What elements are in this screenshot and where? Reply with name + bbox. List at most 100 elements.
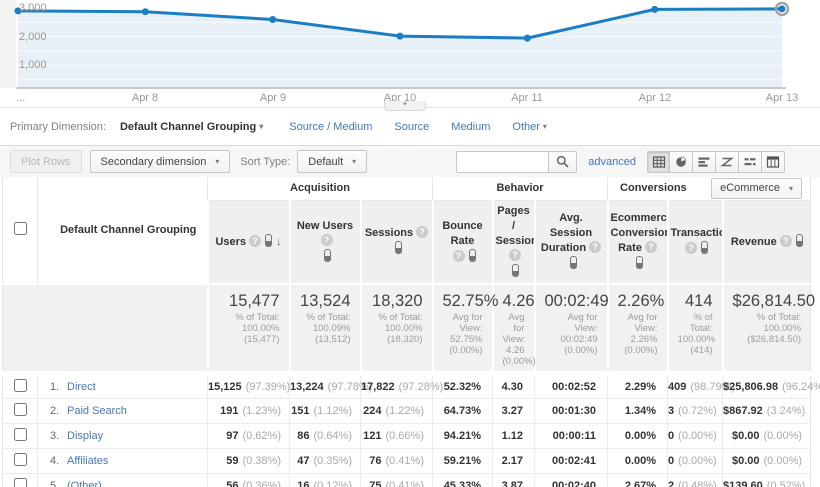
y-axis-tick: 3,000	[19, 2, 47, 14]
table-toolbar: Plot Rows Secondary dimension ▾ Sort Type…	[0, 145, 820, 177]
ecommerce-dropdown[interactable]: eCommerce ▾	[711, 177, 803, 199]
dimension-source-medium[interactable]: Source / Medium	[289, 121, 372, 133]
secondary-dimension-button[interactable]: Secondary dimension ▾	[89, 150, 231, 173]
row-checkbox[interactable]	[13, 427, 27, 441]
column-header-revenue[interactable]: Revenue?	[721, 200, 811, 284]
table-row: 1. Direct 15,125 (97.39%) 13,224 (97.78%) 1…	[2, 373, 820, 399]
caret-down-icon: ▾	[352, 157, 357, 166]
x-axis-tick: Apr 11	[511, 92, 543, 104]
help-icon[interactable]: ?	[320, 233, 333, 246]
row-checkbox[interactable]	[13, 477, 27, 487]
summary-pages-session: 4.26 Avg for View: 4.26 (0.00%)	[491, 282, 536, 376]
graph-metric-icon[interactable]	[795, 233, 803, 247]
channel-link[interactable]: Paid Search	[67, 405, 127, 417]
group-header-acquisition: Acquisition	[207, 177, 433, 201]
sessions-chart: 3,000 2,000 1,000 ... Apr 8 Apr 9 Apr 10…	[0, 0, 820, 111]
x-axis-tick: Apr 12	[638, 92, 672, 104]
column-header-avg-session-duration[interactable]: Avg. Session Duration?	[533, 200, 608, 284]
performance-view-button[interactable]	[693, 150, 716, 173]
view-toggle-group	[647, 150, 785, 173]
column-header-sessions[interactable]: Sessions?	[359, 200, 433, 284]
help-icon[interactable]: ?	[589, 241, 602, 253]
plot-rows-button[interactable]: Plot Rows	[10, 150, 82, 173]
summary-row: 15,477% of Total: 100.00% (15,477) 13,52…	[2, 282, 815, 376]
row-checkbox[interactable]	[13, 378, 27, 392]
graph-metric-icon[interactable]	[636, 256, 644, 269]
column-header-pages-session[interactable]: Pages / Session?	[491, 200, 535, 284]
search-input[interactable]	[456, 150, 549, 173]
graph-metric-icon[interactable]	[395, 241, 402, 254]
percentage-view-button[interactable]	[670, 150, 693, 173]
y-axis-tick: 2,000	[19, 31, 47, 43]
channel-link[interactable]: Direct	[67, 381, 96, 393]
advanced-search-link[interactable]: advanced	[588, 156, 636, 168]
primary-dimension-bar: Primary Dimension: Default Channel Group…	[0, 108, 820, 145]
channel-link[interactable]: Affiliates	[67, 455, 108, 467]
channel-link[interactable]: (Other)	[67, 480, 102, 487]
row-checkbox[interactable]	[13, 402, 27, 416]
help-icon[interactable]: ?	[779, 234, 792, 247]
y-axis-tick: 1,000	[19, 59, 47, 71]
help-icon[interactable]: ?	[644, 241, 657, 253]
sort-type-label: Sort Type:	[240, 155, 291, 168]
chart-collapse-handle[interactable]: ▾	[384, 101, 426, 111]
graph-metric-icon[interactable]	[569, 256, 577, 269]
row-rank: 1.	[50, 380, 60, 393]
help-icon[interactable]: ?	[416, 226, 429, 238]
column-header-transactions[interactable]: Transactions?	[666, 200, 723, 284]
dimension-column-header: Default Channel Grouping	[37, 177, 208, 284]
term-cloud-view-button[interactable]	[739, 150, 762, 173]
sort-type-button[interactable]: Default ▾	[297, 150, 368, 173]
summary-new-users: 13,524% of Total: 100.09% (13,512)	[288, 282, 361, 376]
comparison-icon	[720, 157, 734, 166]
graph-metric-icon[interactable]	[468, 248, 476, 262]
select-all-checkbox[interactable]	[13, 221, 27, 235]
table-row: 3. Display 97 (0.62%) 86 (0.64%) 121 (0.66%)…	[2, 423, 811, 449]
sessions-line-chart	[14, 1, 790, 89]
x-axis-tick: Apr 13	[765, 92, 799, 104]
search-button[interactable]	[548, 150, 578, 173]
column-header-ecommerce-conversion-rate[interactable]: Ecommerce Conversion Rate?	[606, 200, 668, 284]
caret-down-icon: ▾	[259, 121, 264, 131]
graph-metric-icon[interactable]	[265, 233, 273, 247]
help-icon[interactable]: ?	[685, 242, 698, 254]
column-header-new-users[interactable]: New Users?	[288, 200, 361, 284]
graph-metric-icon[interactable]	[701, 241, 709, 254]
x-axis-tick: Apr 9	[259, 92, 287, 104]
table-row: 2. Paid Search 191 (1.23%) 151 (1.12%) 224(…	[2, 398, 811, 424]
help-icon[interactable]: ?	[452, 249, 465, 262]
channels-table: Default Channel Grouping Acquisition Beh…	[2, 177, 820, 487]
pivot-table-icon	[766, 155, 780, 168]
conversions-label: Conversions	[620, 182, 687, 195]
table-grid-icon	[652, 155, 665, 168]
dimension-source[interactable]: Source	[394, 121, 429, 133]
comparison-view-button[interactable]	[716, 150, 739, 173]
search-icon	[557, 155, 569, 168]
column-header-bounce-rate[interactable]: Bounce Rate?	[431, 200, 493, 284]
column-header-users[interactable]: Users? ↓	[206, 200, 290, 284]
help-icon[interactable]: ?	[509, 248, 521, 261]
channel-link[interactable]: Display	[67, 430, 103, 442]
chevron-down-icon: ▾	[403, 101, 407, 108]
summary-avg-session-duration: 00:02:49 Avg for View: 00:02:49 (0.00%)	[533, 282, 609, 376]
table-row: 5. (Other) 56 (0.36%) 16 (0.12%) 75 (0.41%) …	[2, 473, 811, 487]
caret-down-icon: ▾	[789, 183, 794, 193]
summary-revenue: $26,814.50% of Total: 100.00% ($26,814.5…	[721, 282, 815, 376]
row-checkbox[interactable]	[13, 452, 27, 466]
data-view-button[interactable]	[647, 150, 670, 173]
group-header-conversions: Conversions eCommerce ▾	[607, 177, 811, 201]
pie-chart-icon	[676, 156, 686, 167]
dimension-other[interactable]: Other ▾	[512, 121, 547, 133]
caret-down-icon: ▾	[542, 121, 547, 131]
dimension-default-channel-grouping[interactable]: Default Channel Grouping ▾	[120, 121, 263, 133]
graph-metric-icon[interactable]	[512, 263, 519, 277]
x-axis-tick: Apr 8	[131, 92, 159, 104]
row-rank: 4.	[50, 454, 60, 467]
term-cloud-icon	[744, 157, 756, 165]
summary-transactions: 414% of Total: 100.00% (414)	[666, 282, 723, 376]
select-all-cell	[2, 177, 38, 284]
help-icon[interactable]: ?	[249, 234, 262, 247]
pivot-view-button[interactable]	[762, 150, 785, 173]
graph-metric-icon[interactable]	[323, 248, 331, 262]
dimension-medium[interactable]: Medium	[451, 121, 490, 133]
